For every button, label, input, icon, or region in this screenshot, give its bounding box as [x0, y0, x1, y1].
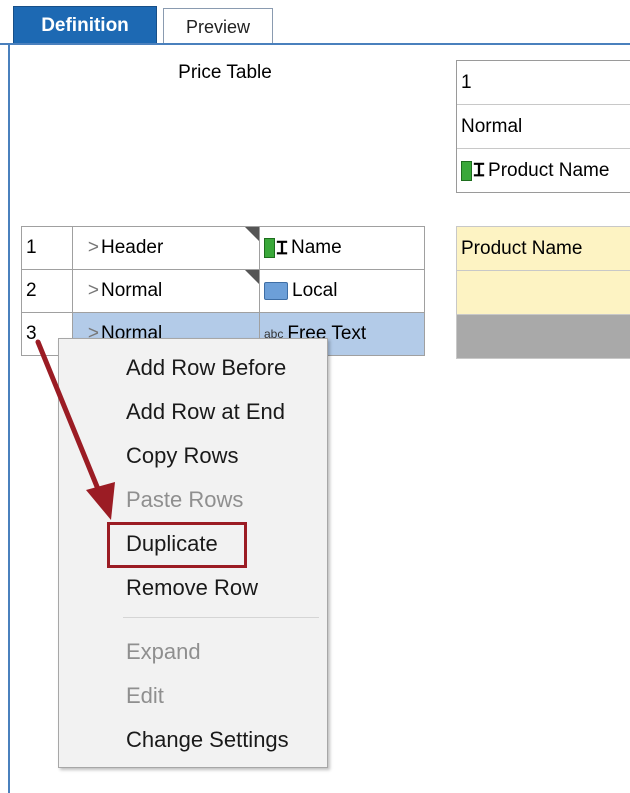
annotation-arrow-icon — [35, 339, 115, 520]
